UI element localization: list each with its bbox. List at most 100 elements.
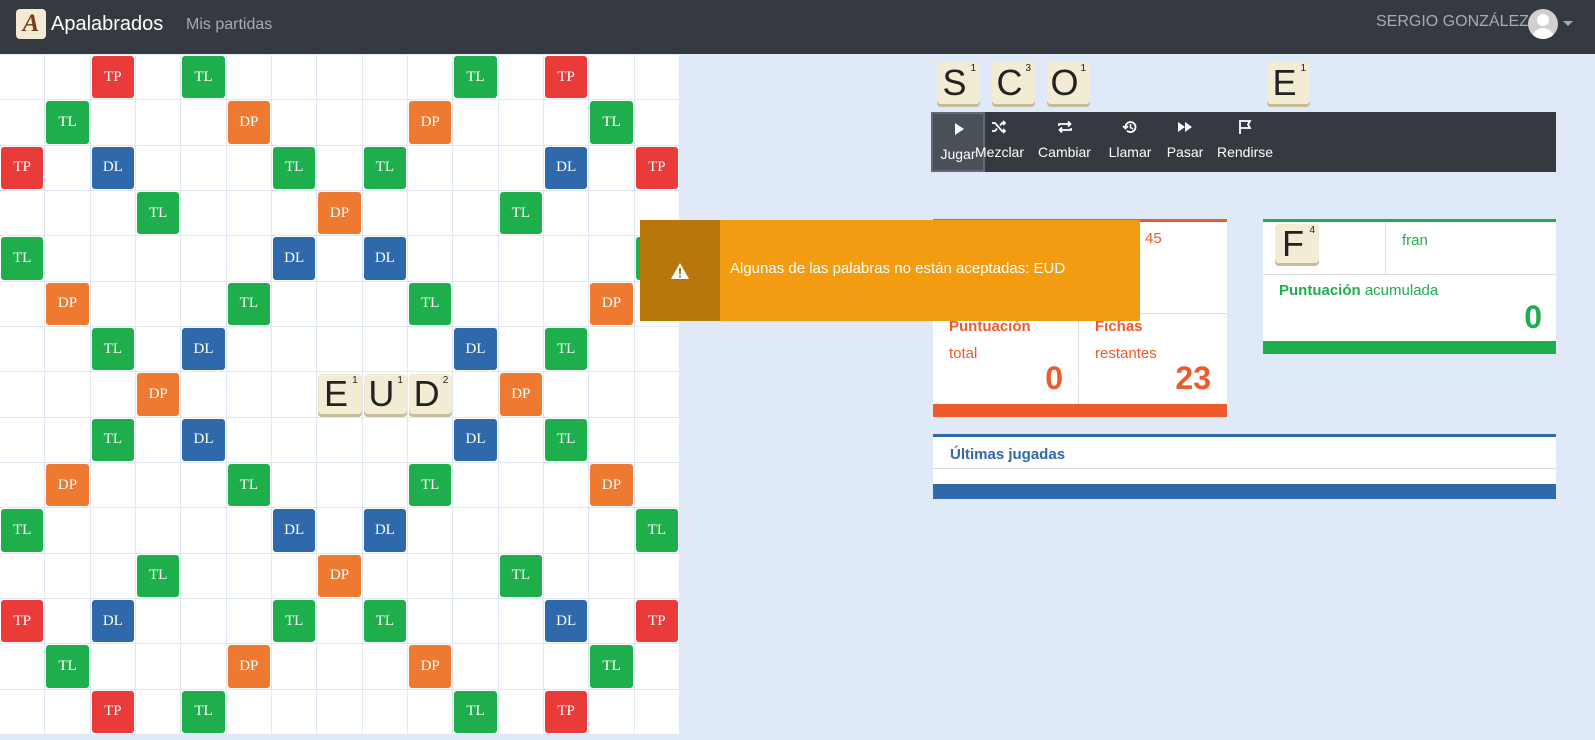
board-cell[interactable] — [589, 598, 635, 645]
board-cell[interactable] — [634, 689, 680, 735]
board-cell[interactable] — [181, 236, 227, 282]
board-cell[interactable]: TP — [634, 598, 680, 645]
board-cell[interactable]: DL — [362, 508, 408, 554]
board-cell[interactable] — [317, 145, 363, 191]
toolbar-button-cambiar[interactable]: Cambiar — [1038, 112, 1091, 172]
board-cell[interactable] — [90, 508, 136, 554]
board-cell[interactable] — [453, 508, 499, 554]
board-cell[interactable]: TL — [181, 55, 227, 101]
board-cell[interactable] — [634, 326, 680, 373]
board-cell[interactable] — [226, 372, 272, 418]
board-cell[interactable] — [407, 55, 454, 101]
board-cell[interactable]: TL — [271, 598, 318, 645]
board-cell[interactable]: DL — [90, 598, 136, 645]
board-cell[interactable] — [135, 326, 182, 373]
board-cell[interactable] — [181, 372, 227, 418]
board-cell[interactable] — [362, 462, 408, 509]
chevron-down-icon[interactable] — [1563, 21, 1573, 26]
toolbar-button-rendirse[interactable]: Rendirse — [1212, 112, 1278, 172]
board-cell[interactable] — [589, 190, 635, 237]
board-cell[interactable]: TL — [589, 100, 635, 146]
board-cell[interactable]: DL — [181, 326, 227, 373]
board-cell[interactable] — [0, 100, 46, 146]
board-cell[interactable] — [226, 598, 272, 645]
board-cell[interactable] — [589, 553, 635, 599]
board-cell[interactable] — [589, 236, 635, 282]
board-cell[interactable] — [90, 281, 136, 327]
board-cell[interactable] — [271, 326, 318, 373]
board-cell[interactable] — [317, 508, 363, 554]
board-cell[interactable] — [45, 190, 91, 237]
board-cell[interactable] — [90, 236, 136, 282]
board-cell[interactable] — [135, 644, 182, 690]
board-cell[interactable] — [45, 417, 91, 463]
board-cell[interactable] — [0, 281, 46, 327]
board-cell[interactable] — [317, 100, 363, 146]
board-cell[interactable] — [45, 145, 91, 191]
board-tile[interactable]: U1 — [363, 373, 407, 414]
board-cell[interactable] — [45, 598, 91, 645]
board-cell[interactable] — [317, 281, 363, 327]
board-cell[interactable]: TP — [90, 55, 136, 101]
board-cell[interactable] — [271, 417, 318, 463]
board-cell[interactable] — [135, 598, 182, 645]
board-cell[interactable]: DP — [45, 281, 91, 327]
board-cell[interactable]: DP — [226, 644, 272, 690]
board-cell[interactable] — [181, 190, 227, 237]
board-cell[interactable] — [226, 417, 272, 463]
board-cell[interactable]: DL — [453, 326, 499, 373]
board-cell[interactable] — [634, 55, 680, 101]
board-cell[interactable]: DP — [589, 462, 635, 509]
board-cell[interactable] — [181, 145, 227, 191]
board-cell[interactable] — [362, 417, 408, 463]
board-cell[interactable] — [589, 55, 635, 101]
board-cell[interactable] — [543, 372, 590, 418]
board-cell[interactable] — [226, 326, 272, 373]
board-cell[interactable] — [45, 689, 91, 735]
board-cell[interactable]: TL — [407, 462, 454, 509]
board-cell[interactable] — [0, 553, 46, 599]
board-cell[interactable] — [453, 372, 499, 418]
board-cell[interactable]: DL — [90, 145, 136, 191]
board-cell[interactable]: TL — [453, 689, 499, 735]
board-cell[interactable] — [362, 689, 408, 735]
board-cell[interactable]: TL — [362, 598, 408, 645]
board-cell[interactable] — [407, 689, 454, 735]
board-cell[interactable]: TL — [45, 100, 91, 146]
board-cell[interactable] — [543, 281, 590, 327]
board-cell[interactable] — [498, 417, 544, 463]
board-cell[interactable] — [226, 55, 272, 101]
board-cell[interactable]: TL — [135, 190, 182, 237]
board-cell[interactable] — [0, 689, 46, 735]
board-cell[interactable] — [407, 326, 454, 373]
rack-tile[interactable]: O1 — [1047, 62, 1090, 104]
board-cell[interactable] — [498, 100, 544, 146]
board-cell[interactable] — [543, 644, 590, 690]
board-cell[interactable] — [0, 326, 46, 373]
board-cell[interactable] — [90, 462, 136, 509]
toolbar-button-mezclar[interactable]: Mezclar — [975, 112, 1024, 172]
board-cell[interactable]: TL — [226, 462, 272, 509]
board-cell[interactable] — [589, 417, 635, 463]
board-cell[interactable] — [317, 689, 363, 735]
rack-tile[interactable]: E1 — [1267, 62, 1310, 104]
board-cell[interactable] — [498, 508, 544, 554]
board-cell[interactable]: DL — [453, 417, 499, 463]
board-cell[interactable] — [543, 236, 590, 282]
board-cell[interactable] — [543, 462, 590, 509]
board-cell[interactable] — [181, 508, 227, 554]
toolbar-button-pasar[interactable]: Pasar — [1165, 112, 1205, 172]
board-cell[interactable] — [135, 145, 182, 191]
user-name[interactable]: SERGIO GONZÁLEZ — [1376, 13, 1529, 31]
board-cell[interactable] — [634, 417, 680, 463]
board-cell[interactable] — [181, 598, 227, 645]
board-cell[interactable]: TP — [543, 689, 590, 735]
board-cell[interactable] — [271, 689, 318, 735]
board-cell[interactable] — [589, 326, 635, 373]
board-cell[interactable] — [362, 100, 408, 146]
board-cell[interactable]: DL — [543, 598, 590, 645]
board-cell[interactable] — [135, 100, 182, 146]
board-cell[interactable]: TL — [181, 689, 227, 735]
board-cell[interactable]: TP — [90, 689, 136, 735]
board-cell[interactable] — [498, 281, 544, 327]
